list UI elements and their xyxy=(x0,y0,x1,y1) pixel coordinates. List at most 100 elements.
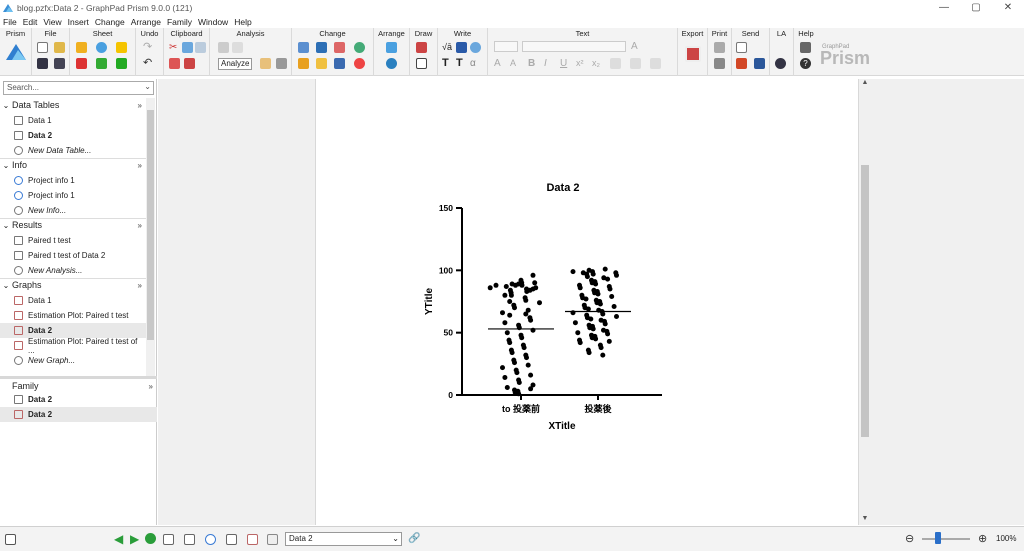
font-family-select[interactable] xyxy=(522,41,626,52)
globe-icon[interactable] xyxy=(96,42,107,53)
section-results[interactable]: ⌄ Results » xyxy=(0,218,146,232)
expand-double-chevron-icon[interactable]: » xyxy=(138,101,142,110)
export-icon[interactable] xyxy=(685,46,701,62)
change-format-icon[interactable] xyxy=(334,58,345,69)
change-rotate-icon[interactable] xyxy=(354,42,365,53)
scroll-down-icon[interactable]: ▼ xyxy=(859,515,871,522)
bullets-icon[interactable] xyxy=(650,58,661,69)
layout-view-icon[interactable] xyxy=(267,534,278,545)
font-grow-icon[interactable]: A xyxy=(494,58,505,69)
analysis-chart-icon[interactable] xyxy=(218,42,229,53)
zoom-out-icon[interactable]: ⊖ xyxy=(905,532,914,545)
print-preview-icon[interactable] xyxy=(714,58,725,69)
expand-double-chevron-icon[interactable]: » xyxy=(138,161,142,170)
print-icon[interactable] xyxy=(714,42,725,53)
delete-sheet-icon[interactable] xyxy=(76,58,87,69)
arrange-align-icon[interactable] xyxy=(386,58,397,69)
change-bars-icon[interactable] xyxy=(334,42,345,53)
write-word-icon[interactable] xyxy=(456,42,467,53)
sheet-toggle-icon[interactable] xyxy=(5,534,16,545)
results-view-icon[interactable] xyxy=(226,534,237,545)
section-family[interactable]: Family » xyxy=(0,379,157,393)
subscript-icon[interactable]: x₂ xyxy=(592,58,603,69)
prism-logo-icon[interactable] xyxy=(6,44,26,60)
collapse-chevron-icon[interactable]: ⌄ xyxy=(0,281,12,290)
expand-double-chevron-icon[interactable]: » xyxy=(149,382,153,391)
family-item-data-table[interactable]: Data 2 xyxy=(0,392,157,407)
previous-sheet-icon[interactable]: ◀ xyxy=(114,532,123,546)
help-book-icon[interactable] xyxy=(800,42,811,53)
la-icon[interactable] xyxy=(775,58,786,69)
maximize-button[interactable]: ▢ xyxy=(960,0,992,16)
change-color-scheme-icon[interactable] xyxy=(354,58,365,69)
email-icon[interactable] xyxy=(736,42,747,53)
undo-icon[interactable]: ↶ xyxy=(143,58,154,69)
italic-icon[interactable]: I xyxy=(544,58,555,69)
change-graph-type-icon[interactable] xyxy=(298,42,309,53)
analysis-table-icon[interactable] xyxy=(232,42,243,53)
nav-item-estimation-plot-data-2[interactable]: Estimation Plot: Paired t test of ... xyxy=(0,337,146,355)
save-as-icon[interactable] xyxy=(54,58,65,69)
expand-double-chevron-icon[interactable]: » xyxy=(138,281,142,290)
nav-item-paired-t-test[interactable]: Paired t test xyxy=(0,233,146,248)
copy-icon[interactable] xyxy=(182,42,193,53)
align-left-icon[interactable] xyxy=(610,58,621,69)
font-shrink-icon[interactable]: A xyxy=(510,58,521,69)
section-graphs[interactable]: ⌄ Graphs » xyxy=(0,278,146,292)
redo-icon[interactable]: ↷ xyxy=(143,42,154,53)
collapse-chevron-icon[interactable]: ⌄ xyxy=(0,161,12,170)
close-button[interactable]: ✕ xyxy=(992,0,1024,16)
nav-item-project-info-1b[interactable]: Project info 1 xyxy=(0,188,146,203)
underline-icon[interactable]: U xyxy=(560,58,571,69)
change-colors-icon[interactable] xyxy=(316,58,327,69)
info-view-icon[interactable] xyxy=(205,534,216,545)
nav-item-new-data-table[interactable]: New Data Table... xyxy=(0,143,146,158)
x-axis-title[interactable]: XTitle xyxy=(548,421,575,432)
nav-item-paired-t-test-data-2[interactable]: Paired t test of Data 2 xyxy=(0,248,146,263)
paste-special-icon[interactable] xyxy=(195,42,206,53)
paste-icon[interactable] xyxy=(184,58,195,69)
table-grid-icon[interactable] xyxy=(184,534,195,545)
collapse-chevron-icon[interactable]: ⌄ xyxy=(0,221,12,230)
expand-double-chevron-icon[interactable]: » xyxy=(138,221,142,230)
section-data-tables[interactable]: ⌄ Data Tables » xyxy=(0,98,146,112)
draw-rectangle-icon[interactable] xyxy=(416,58,427,69)
help-question-icon[interactable]: ? xyxy=(800,58,811,69)
chart-title[interactable]: Data 2 xyxy=(546,182,579,194)
bold-icon[interactable]: B xyxy=(528,58,539,69)
write-sqrt-icon[interactable]: √ā xyxy=(442,42,453,53)
menu-change[interactable]: Change xyxy=(95,17,125,27)
change-symbols-icon[interactable] xyxy=(298,58,309,69)
change-axes-icon[interactable] xyxy=(316,42,327,53)
draw-line-icon[interactable] xyxy=(416,42,427,53)
write-image-icon[interactable] xyxy=(470,42,481,53)
zoom-slider-track[interactable] xyxy=(922,538,970,540)
add-sheet-icon[interactable] xyxy=(96,58,107,69)
scroll-up-icon[interactable]: ▲ xyxy=(859,79,871,86)
nav-item-new-analysis[interactable]: New Analysis... xyxy=(0,263,146,278)
y-axis-title[interactable]: YTitle xyxy=(424,288,435,315)
menu-file[interactable]: File xyxy=(3,17,17,27)
new-file-icon[interactable] xyxy=(37,42,48,53)
menu-family[interactable]: Family xyxy=(167,17,192,27)
menu-view[interactable]: View xyxy=(43,17,61,27)
minimize-button[interactable]: — xyxy=(928,0,960,16)
collapse-chevron-icon[interactable]: ⌄ xyxy=(0,101,12,110)
search-dropdown-icon[interactable]: ⌄ xyxy=(144,82,151,91)
analyze-button[interactable]: Analyze xyxy=(218,58,253,70)
zoom-in-icon[interactable]: ⊕ xyxy=(978,532,987,545)
menu-window[interactable]: Window xyxy=(198,17,228,27)
sheet-pen-icon[interactable] xyxy=(76,42,87,53)
next-sheet-icon[interactable]: ▶ xyxy=(130,532,139,546)
greek-alpha-icon[interactable]: α xyxy=(470,58,481,69)
scatter-dot-plot[interactable]: Data 2 YTitle XTitle 0 50 100 150 to 投薬前 投薬後 xyxy=(316,79,860,525)
sheet-plus-icon[interactable] xyxy=(116,58,127,69)
word-icon[interactable] xyxy=(754,58,765,69)
text-box-icon[interactable]: T xyxy=(456,58,467,69)
font-color-icon[interactable]: A xyxy=(631,41,642,52)
search-input[interactable]: Search... ⌄ xyxy=(3,81,154,95)
cut-icon[interactable]: ✂ xyxy=(169,42,180,53)
nav-item-graph-data-1[interactable]: Data 1 xyxy=(0,293,146,308)
menu-insert[interactable]: Insert xyxy=(68,17,89,27)
save-icon[interactable] xyxy=(37,58,48,69)
